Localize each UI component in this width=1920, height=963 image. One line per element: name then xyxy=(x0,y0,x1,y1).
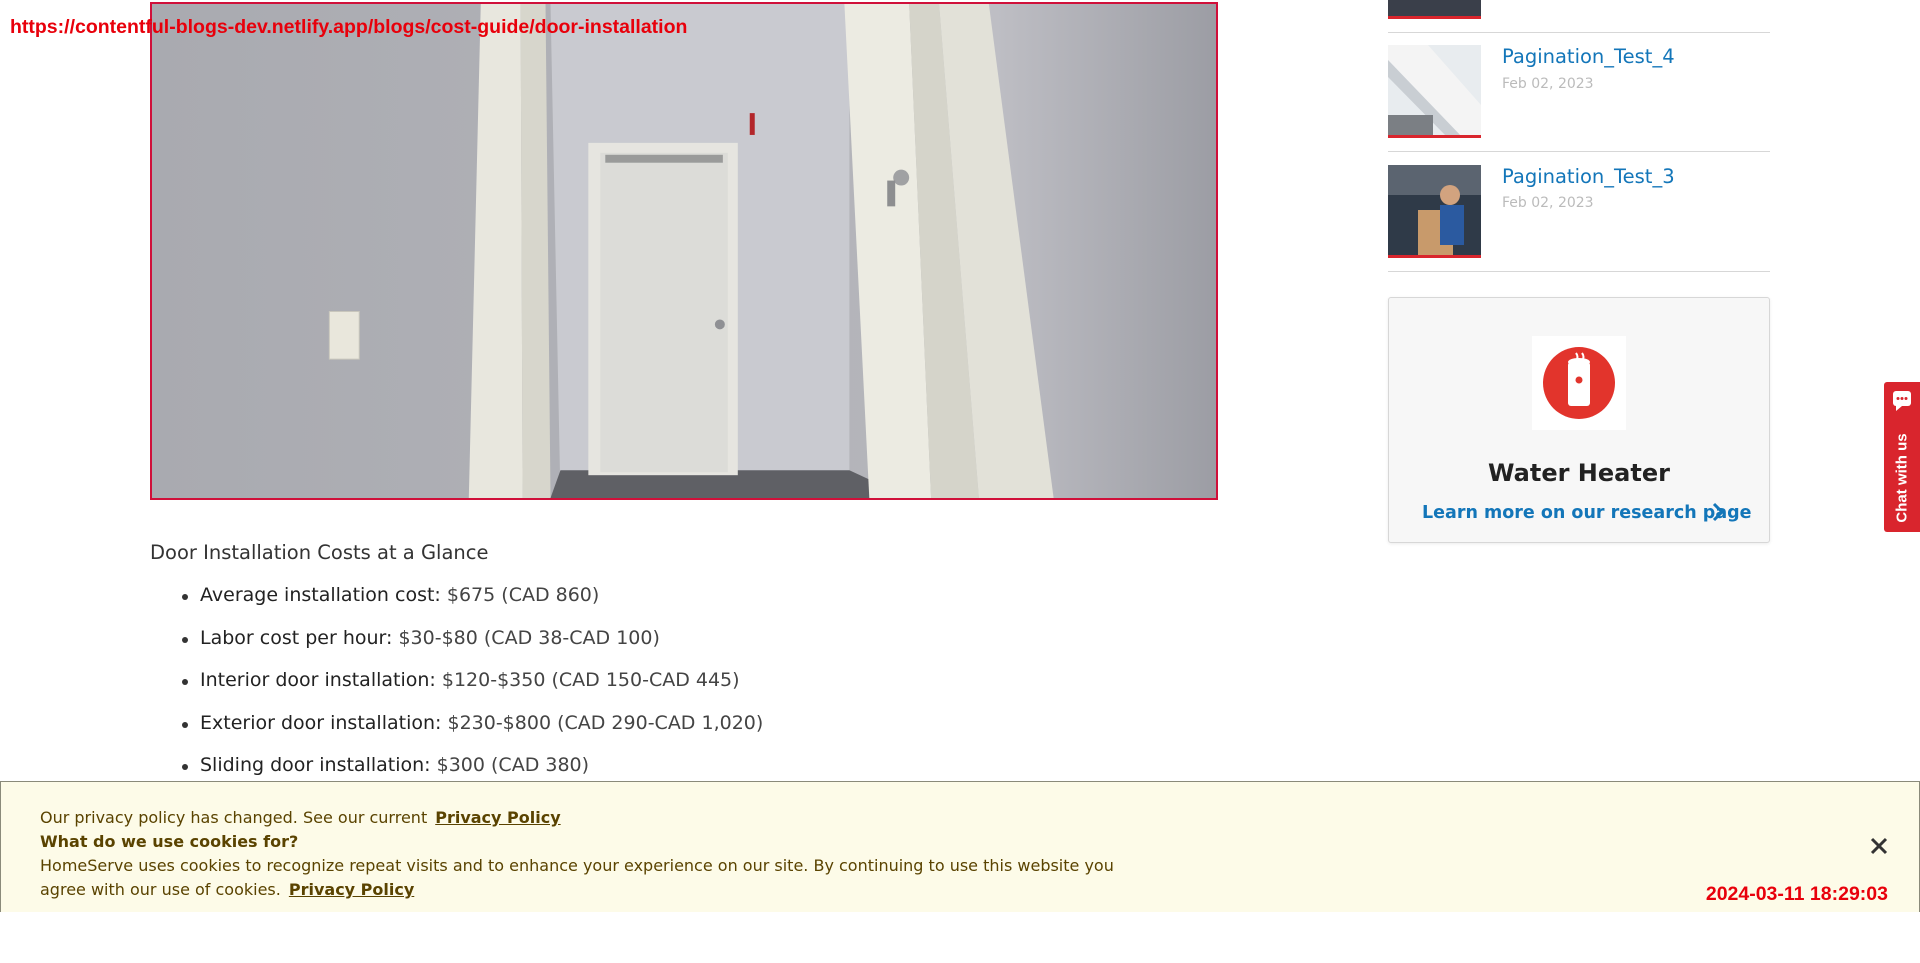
water-heater-icon xyxy=(1532,336,1626,430)
list-item: Average installation cost: $675 (CAD 860… xyxy=(180,584,763,627)
post-date: Feb 02, 2023 xyxy=(1502,195,1594,211)
timestamp-overlay: 2024-03-11 18:29:03 xyxy=(1705,883,1888,905)
chat-icon xyxy=(1892,390,1912,416)
list-item: Labor cost per hour: $30-$80 (CAD 38-CAD… xyxy=(180,627,763,670)
cookie-agree-text: agree with our use of cookies. xyxy=(40,880,281,899)
chevron-right-icon[interactable] xyxy=(1711,501,1725,527)
cost-list: Average installation cost: $675 (CAD 860… xyxy=(180,584,763,797)
cost-value: $300 (CAD 380) xyxy=(430,754,590,776)
post-title[interactable]: Pagination_Test_4 xyxy=(1502,45,1675,68)
research-card: Water Heater Learn more on our research … xyxy=(1388,297,1770,543)
cost-value: $230-$800 (CAD 290-CAD 1,020) xyxy=(441,711,764,734)
list-item: Interior door installation: $120-$350 (C… xyxy=(180,669,763,712)
cost-value: $120-$350 (CAD 150-CAD 445) xyxy=(435,669,740,691)
sidebar-post-partial[interactable] xyxy=(1388,0,1770,33)
close-icon[interactable] xyxy=(1867,834,1891,858)
cookie-question: What do we use cookies for? xyxy=(40,832,299,851)
cost-label: Average installation cost: xyxy=(200,584,441,606)
post-date: Feb 02, 2023 xyxy=(1502,76,1594,92)
cost-value: $675 (CAD 860) xyxy=(440,584,600,606)
cost-value: $30-$80 (CAD 38-CAD 100) xyxy=(392,626,660,649)
url-overlay: https://contentful-blogs-dev.netlify.app… xyxy=(10,16,688,38)
list-item: Exterior door installation: $230-$800 (C… xyxy=(180,712,763,755)
post-thumbnail[interactable] xyxy=(1388,165,1481,258)
post-thumbnail[interactable] xyxy=(1388,45,1481,138)
cost-label: Sliding door installation: xyxy=(200,754,431,776)
privacy-policy-link[interactable]: Privacy Policy xyxy=(289,880,414,899)
cost-label: Labor cost per hour: xyxy=(200,626,393,649)
research-page-link[interactable]: Learn more on our research page xyxy=(1422,503,1752,523)
cookie-description: HomeServe uses cookies to recognize repe… xyxy=(40,856,1114,875)
cookie-banner: Our privacy policy has changed. See our … xyxy=(0,781,1920,912)
hero-image xyxy=(150,2,1218,500)
research-card-title: Water Heater xyxy=(1488,459,1670,487)
chat-label: Chat with us xyxy=(1893,433,1911,523)
cost-label: Exterior door installation: xyxy=(200,711,442,734)
sidebar-post[interactable]: Pagination_Test_3 Feb 02, 2023 xyxy=(1388,152,1770,272)
chat-with-us-tab[interactable]: Chat with us xyxy=(1884,382,1920,532)
post-thumbnail[interactable] xyxy=(1388,0,1481,19)
cookie-policy-notice: Our privacy policy has changed. See our … xyxy=(40,808,428,827)
cost-label: Interior door installation: xyxy=(200,669,436,691)
post-title[interactable]: Pagination_Test_3 xyxy=(1502,165,1675,188)
summary-heading: Door Installation Costs at a Glance xyxy=(150,541,489,564)
sidebar-post[interactable]: Pagination_Test_4 Feb 02, 2023 xyxy=(1388,33,1770,152)
privacy-policy-link[interactable]: Privacy Policy xyxy=(435,808,560,827)
